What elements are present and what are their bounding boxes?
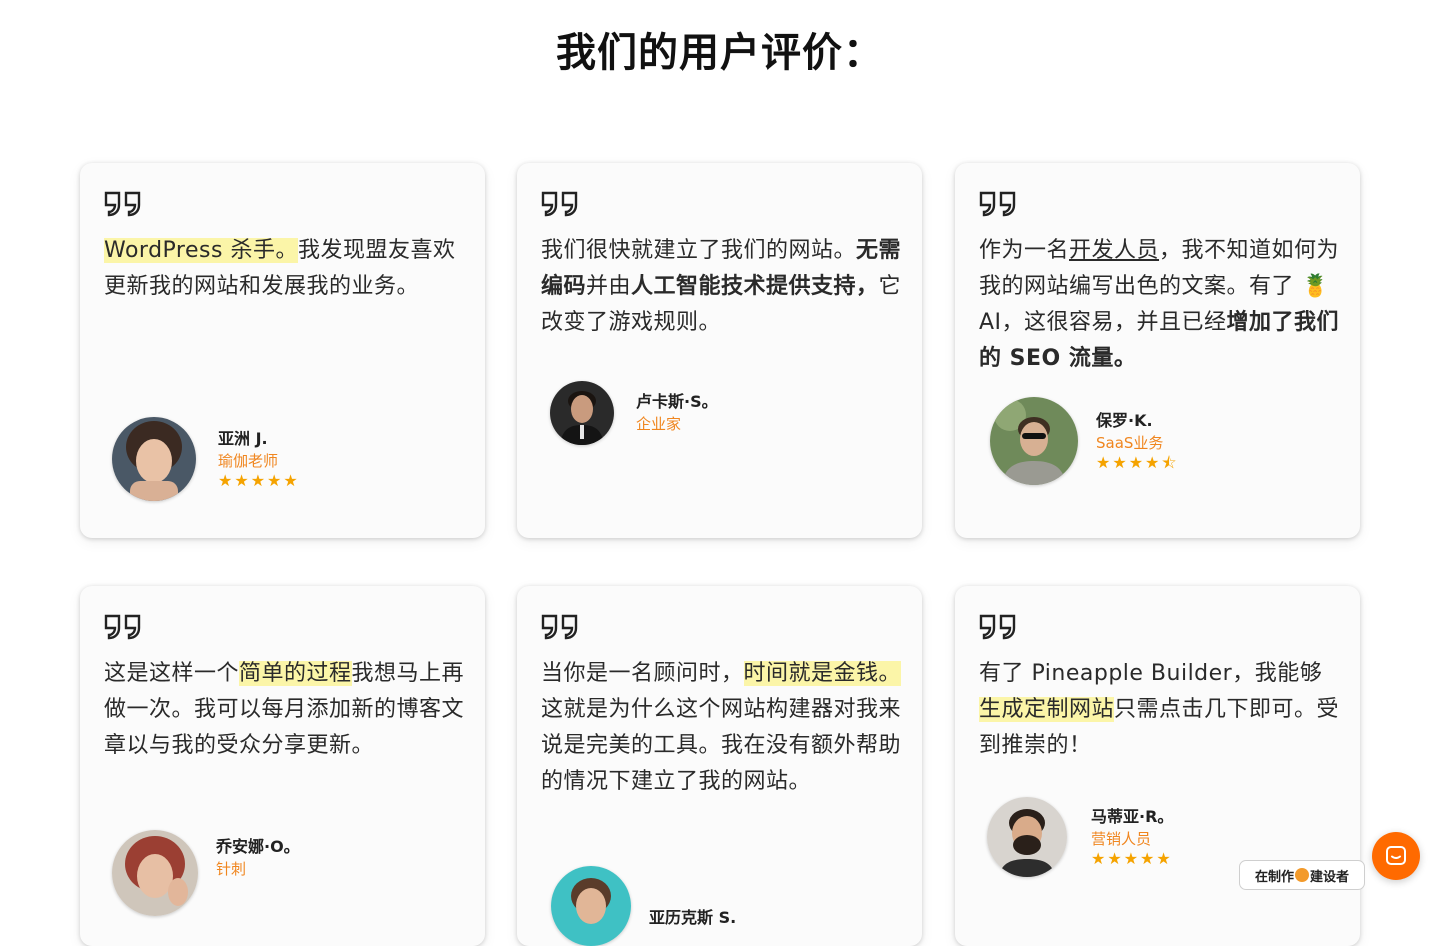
author-name: 亚洲 J. [218, 429, 268, 448]
author-role: 企业家 [636, 415, 682, 433]
quote-segment: 有了 Pineapple Builder，我能够 [979, 661, 1323, 686]
testimonial-card: 我们很快就建立了我们的网站。无需编码并由人工智能技术提供支持，它改变了游戏规则。… [517, 163, 922, 538]
author-block: 马蒂亚·R。 营销人员 ★★★★★ [987, 797, 1173, 877]
avatar [987, 797, 1067, 877]
testimonial-quote: 这是这样一个简单的过程我想马上再做一次。我可以每月添加新的博客文章以与我的受众分… [104, 656, 465, 764]
pineapple-icon [1295, 868, 1309, 882]
quote-icon [541, 191, 578, 217]
page-title: 我们的用户评价： [556, 30, 884, 76]
quote-highlight: 简单的过程 [239, 661, 352, 686]
testimonial-card: 有了 Pineapple Builder，我能够生成定制网站只需点击几下即可。受… [955, 586, 1360, 946]
quote-segment: 这就是为什么这个网站构建器对我来说是完美的工具。我在没有额外帮助的情况下建立了我… [541, 697, 902, 794]
badge-prefix: 在制作 [1254, 869, 1294, 885]
testimonial-card: 这是这样一个简单的过程我想马上再做一次。我可以每月添加新的博客文章以与我的受众分… [80, 586, 485, 946]
avatar [550, 381, 614, 445]
quote-segment: 这是这样一个 [104, 661, 240, 686]
rating-stars: ★★★★★ [1091, 849, 1173, 868]
avatar [112, 417, 196, 501]
testimonial-quote: 作为一名开发人员，我不知道如何为我的网站编写出色的文案。有了 🍍 AI，这很容易… [979, 233, 1340, 377]
quote-icon [104, 614, 141, 640]
author-block: 乔安娜·O。 针刺 [112, 830, 300, 916]
author-name: 马蒂亚·R。 [1091, 807, 1174, 826]
avatar [990, 397, 1078, 485]
quote-highlight: WordPress 杀手。 [104, 238, 298, 263]
author-role: 针刺 [216, 860, 247, 878]
quote-segment: 并由 [586, 274, 632, 299]
quote-icon [979, 614, 1016, 640]
quote-icon [104, 191, 141, 217]
testimonial-card: 作为一名开发人员，我不知道如何为我的网站编写出色的文案。有了 🍍 AI，这很容易… [955, 163, 1360, 538]
quote-bold: 人工智能技术提供支持， [631, 274, 879, 299]
made-with-builder-badge[interactable]: 在制作 建设者 [1239, 860, 1365, 890]
author-block: 卢卡斯·S。 企业家 [550, 381, 718, 445]
quote-underlined: 开发人员 [1069, 238, 1160, 263]
quote-icon [979, 191, 1016, 217]
author-name: 亚历克斯 S. [649, 908, 737, 927]
quote-highlight: 时间就是金钱。 [743, 661, 902, 686]
quote-segment: 作为一名 [979, 238, 1070, 263]
chat-icon [1386, 846, 1406, 865]
author-block: 亚历克斯 S. [551, 866, 736, 946]
quote-highlight: 生成定制网站 [979, 697, 1115, 722]
testimonial-quote: 有了 Pineapple Builder，我能够生成定制网站只需点击几下即可。受… [979, 656, 1340, 764]
avatar [112, 830, 198, 916]
rating-stars: ★★★★★ [218, 471, 300, 490]
author-block: 保罗·K. SaaS业务 ★★★★⯪ [990, 397, 1179, 485]
author-name: 卢卡斯·S。 [636, 392, 718, 411]
chat-button[interactable] [1372, 832, 1420, 880]
author-role: 瑜伽老师 [218, 452, 279, 470]
rating-stars: ★★★★⯪ [1096, 453, 1179, 472]
author-name: 保罗·K. [1096, 411, 1153, 430]
avatar [551, 866, 631, 946]
author-role: SaaS业务 [1096, 434, 1164, 452]
testimonial-quote: WordPress 杀手。我发现盟友喜欢更新我的网站和发展我的业务。 [104, 233, 465, 305]
testimonial-quote: 我们很快就建立了我们的网站。无需编码并由人工智能技术提供支持，它改变了游戏规则。 [541, 233, 902, 341]
testimonial-card: WordPress 杀手。我发现盟友喜欢更新我的网站和发展我的业务。 亚洲 J.… [80, 163, 485, 538]
quote-segment: 当你是一名顾问时， [541, 661, 744, 686]
author-name: 乔安娜·O。 [216, 837, 300, 856]
badge-suffix: 建设者 [1310, 869, 1350, 885]
testimonial-card: 当你是一名顾问时，时间就是金钱。 这就是为什么这个网站构建器对我来说是完美的工具… [517, 586, 922, 946]
author-role: 营销人员 [1091, 830, 1152, 848]
testimonial-quote: 当你是一名顾问时，时间就是金钱。 这就是为什么这个网站构建器对我来说是完美的工具… [541, 656, 902, 800]
quote-icon [541, 614, 578, 640]
quote-segment: 我们很快就建立了我们的网站。 [541, 238, 857, 263]
author-block: 亚洲 J. 瑜伽老师 ★★★★★ [112, 417, 300, 501]
